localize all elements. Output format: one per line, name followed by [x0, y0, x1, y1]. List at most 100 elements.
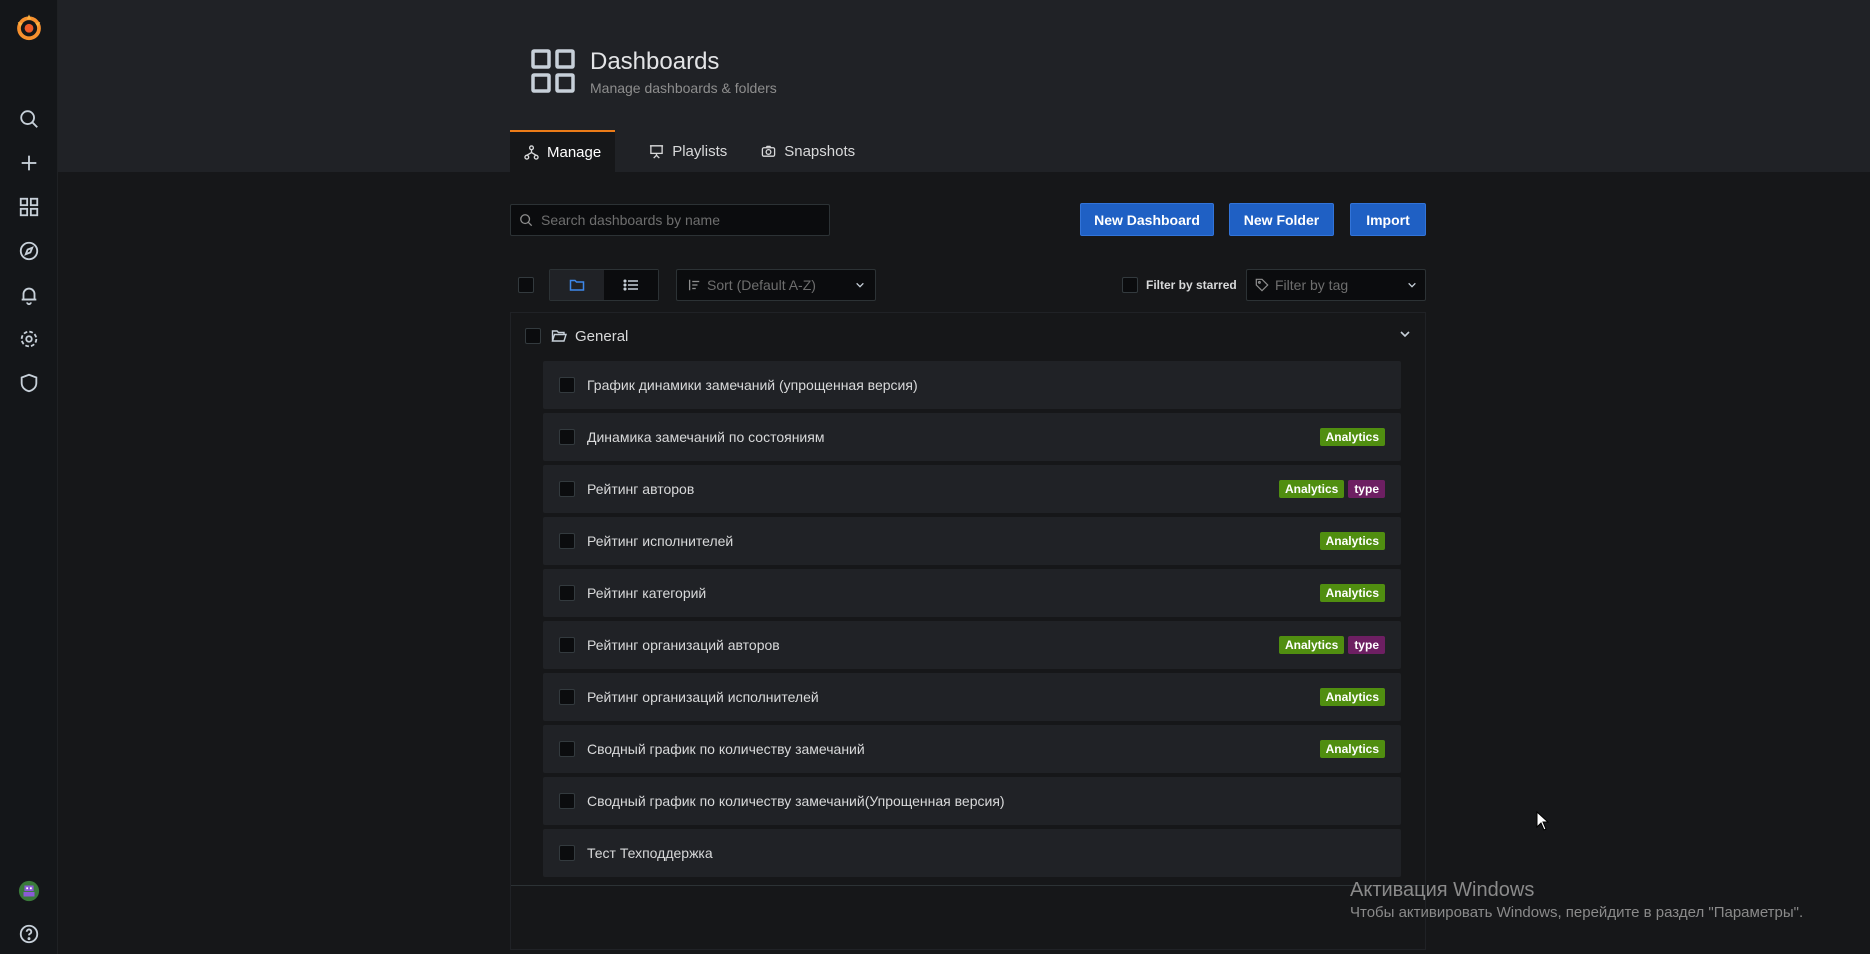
dashboard-checkbox[interactable] [559, 377, 575, 393]
explore-icon[interactable] [12, 234, 46, 268]
dashboard-title[interactable]: Динамика замечаний по состояниям [587, 429, 824, 445]
help-icon[interactable] [12, 917, 46, 951]
tag-filter-select[interactable]: Filter by tag [1246, 269, 1426, 301]
dashboard-tags: Analytics [1319, 532, 1385, 550]
tag-filter-placeholder: Filter by tag [1275, 277, 1349, 293]
user-avatar[interactable] [12, 874, 46, 908]
search-box[interactable] [510, 204, 830, 236]
dashboard-tags: Analytics type [1278, 636, 1385, 654]
tag-badge[interactable]: Analytics [1319, 740, 1385, 758]
import-button[interactable]: Import [1350, 203, 1426, 236]
view-toggle [549, 269, 659, 301]
dashboard-checkbox[interactable] [559, 845, 575, 861]
dashboard-title[interactable]: Сводный график по количеству замечаний(У… [587, 793, 1005, 809]
folder-header-general[interactable]: General [511, 313, 1425, 359]
dashboard-checkbox[interactable] [559, 793, 575, 809]
filter-starred[interactable]: Filter by starred [1122, 277, 1237, 293]
dashboard-checkbox[interactable] [559, 741, 575, 757]
dashboard-title[interactable]: График динамики замечаний (упрощенная ве… [587, 377, 918, 393]
dashboard-tags: Analytics [1319, 740, 1385, 758]
tab-manage[interactable]: Manage [510, 130, 616, 172]
dashboard-title[interactable]: Рейтинг организаций исполнителей [587, 689, 819, 705]
tab-bar: Manage Playlists Snapshots [510, 130, 869, 172]
dashboard-tags: Analytics type [1278, 480, 1385, 498]
tab-manage-label: Manage [547, 143, 602, 161]
folder-checkbox[interactable] [525, 328, 541, 344]
dashboard-row[interactable]: Рейтинг категорий Analytics [543, 569, 1401, 617]
select-all-checkbox[interactable] [518, 277, 534, 293]
dashboard-title[interactable]: Сводный график по количеству замечаний [587, 741, 865, 757]
dashboard-row[interactable]: Рейтинг организаций исполнителей Analytic… [543, 673, 1401, 721]
settings-gear-icon[interactable] [12, 322, 46, 356]
tab-snapshots[interactable]: Snapshots [747, 130, 869, 172]
search-icon[interactable] [12, 102, 46, 136]
sidebar [0, 0, 58, 954]
dashboard-row[interactable]: График динамики замечаний (упрощенная ве… [543, 361, 1401, 409]
dashboard-checkbox[interactable] [559, 533, 575, 549]
dashboard-list: График динамики замечаний (упрощенная ве… [543, 361, 1401, 881]
dashboard-row[interactable]: Сводный график по количеству замечаний(У… [543, 777, 1401, 825]
chevron-down-icon[interactable] [1399, 328, 1411, 340]
sort-icon [688, 279, 700, 291]
dashboard-row[interactable]: Тест Техподдержка [543, 829, 1401, 877]
list-view-button[interactable] [604, 270, 658, 300]
folder-name: General [575, 327, 629, 345]
dashboard-title[interactable]: Рейтинг организаций авторов [587, 637, 780, 653]
dashboard-row[interactable]: Рейтинг исполнителей Analytics [543, 517, 1401, 565]
tag-icon [1255, 278, 1269, 292]
dashboard-row[interactable]: Рейтинг организаций авторов Analytics type [543, 621, 1401, 669]
results-divider [511, 885, 1425, 886]
filter-starred-checkbox[interactable] [1122, 277, 1138, 293]
dashboard-row[interactable]: Рейтинг авторов Analytics type [543, 465, 1401, 513]
dashboard-row[interactable]: Сводный график по количеству замечаний An… [543, 725, 1401, 773]
search-input[interactable] [541, 212, 811, 228]
tag-badge[interactable]: type [1348, 480, 1385, 498]
grafana-logo-icon[interactable] [12, 10, 46, 44]
dashboard-checkbox[interactable] [559, 481, 575, 497]
dashboard-title[interactable]: Тест Техподдержка [587, 845, 713, 861]
dashboards-icon[interactable] [12, 190, 46, 224]
folder-open-icon [551, 330, 567, 342]
dashboard-tags: Analytics [1319, 584, 1385, 602]
dashboard-title[interactable]: Рейтинг исполнителей [587, 533, 733, 549]
dashboards-header-icon [531, 49, 575, 93]
sort-select[interactable]: Sort (Default A-Z) [676, 269, 876, 301]
dashboard-tags: Analytics [1319, 688, 1385, 706]
dashboard-title[interactable]: Рейтинг авторов [587, 481, 694, 497]
tag-badge[interactable]: Analytics [1278, 636, 1345, 654]
filter-starred-label: Filter by starred [1146, 278, 1237, 292]
page-header: Dashboards Manage dashboards & folders M… [58, 0, 1870, 172]
dashboard-checkbox[interactable] [559, 637, 575, 653]
tab-playlists[interactable]: Playlists [635, 130, 741, 172]
presentation-icon [650, 144, 664, 159]
dashboard-title[interactable]: Рейтинг категорий [587, 585, 706, 601]
sitemap-icon [524, 144, 539, 160]
dashboard-checkbox[interactable] [559, 429, 575, 445]
mouse-cursor-icon [1536, 811, 1550, 831]
dashboard-row[interactable]: Динамика замечаний по состояниям Analytic… [543, 413, 1401, 461]
dashboard-checkbox[interactable] [559, 689, 575, 705]
chevron-down-icon [856, 282, 864, 288]
plus-icon[interactable] [12, 146, 46, 180]
tag-badge[interactable]: Analytics [1278, 480, 1345, 498]
tag-badge[interactable]: Analytics [1319, 428, 1385, 446]
tag-badge[interactable]: Analytics [1319, 688, 1385, 706]
dashboard-tags: Analytics [1319, 428, 1385, 446]
new-dashboard-button[interactable]: New Dashboard [1080, 203, 1214, 236]
camera-icon [761, 145, 776, 157]
tag-badge[interactable]: type [1348, 636, 1385, 654]
dashboard-checkbox[interactable] [559, 585, 575, 601]
list-icon [623, 279, 638, 291]
tab-playlists-label: Playlists [672, 142, 728, 160]
folder-icon [569, 279, 585, 291]
tag-badge[interactable]: Analytics [1319, 584, 1385, 602]
shield-icon[interactable] [12, 366, 46, 400]
folder-view-button[interactable] [550, 270, 604, 300]
tag-badge[interactable]: Analytics [1319, 532, 1385, 550]
page-subtitle: Manage dashboards & folders [590, 80, 777, 96]
windows-activation-title: Активация Windows [1350, 879, 1535, 901]
new-folder-button[interactable]: New Folder [1229, 203, 1334, 236]
chevron-down-icon [1408, 282, 1416, 288]
tab-snapshots-label: Snapshots [784, 142, 856, 160]
alerting-bell-icon[interactable] [12, 278, 46, 312]
